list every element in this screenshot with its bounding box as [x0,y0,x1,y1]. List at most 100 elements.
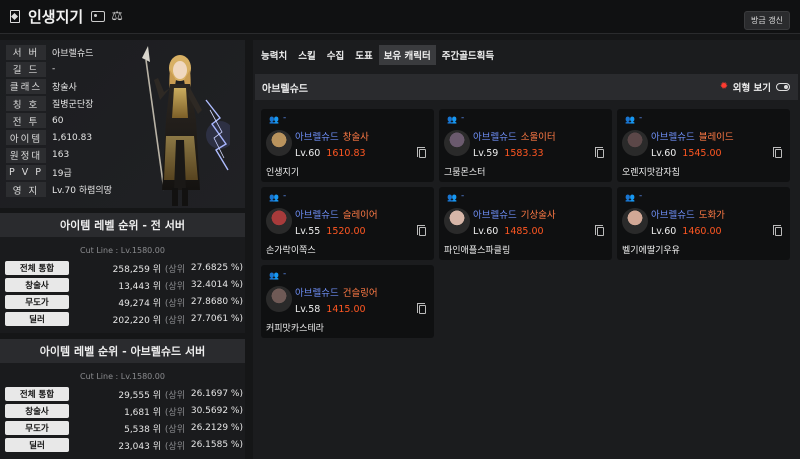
profile-stat-key: P V P [6,164,46,180]
character-level: Lv.60 [473,226,499,237]
character-name: 파인애플스파클링 [444,246,511,256]
copy-icon[interactable] [417,147,426,158]
profile-stat-key: 원정대 [6,147,46,163]
copy-icon[interactable] [417,303,426,314]
character-group: - [283,191,287,201]
bookmark-icon[interactable] [10,10,20,23]
character-server: 아브렐슈드 슬레이어 [295,207,378,221]
character-group: - [283,269,287,279]
character-server-name: 아브렐슈드 [295,288,339,299]
rank-top-label: (상위 [164,390,185,401]
character-level-line: Lv.60 1460.00 [651,226,722,237]
rank-row: 창술사 1,681 위 (상위 30.5692 %) [0,403,245,419]
tab-bar: 능력치 스킬 수집 도표 보유 캐릭터 주간골드획득 [256,45,500,65]
profile-stat-value: Lv.70 하렴의땅 [52,186,112,196]
character-level-line: Lv.60 1485.00 [473,226,544,237]
scale-icon[interactable]: ⚖ [111,9,123,24]
rank-top-label: (상위 [164,264,185,275]
character-name: 커피맛카스테라 [266,324,324,334]
character-server: 아브렐슈드 도화가 [651,207,725,221]
profile-card-icon[interactable] [91,11,106,22]
character-name: 손가락이쪽스 [266,246,316,256]
rank-all-cutline: Cut Line : Lv.1580.00 [80,246,165,255]
character-level: Lv.55 [295,226,321,237]
character-group: - [639,113,643,123]
character-group: - [461,113,465,123]
character-server: 아브렐슈드 창술사 [295,129,369,143]
character-server-name: 아브렐슈드 [473,132,517,143]
character-level-line: Lv.60 1610.83 [295,148,366,159]
character-level: Lv.59 [473,148,499,159]
profile-stat-value: 창술사 [52,82,77,93]
right-panel: 능력치 스킬 수집 도표 보유 캐릭터 주간골드획득 아브렐슈드 ✹ 외형 보기 👥 - 아브… [253,40,800,459]
character-item-level: 1415.00 [326,304,366,315]
character-server-name: 아브렐슈드 [651,132,695,143]
character-class: 슬레이어 [342,210,378,221]
character-card[interactable]: 👥 - 아브렐슈드 창술사 Lv.60 1610.83 인생지기 [261,109,434,182]
refresh-button[interactable]: 방금 갱신 [744,11,790,30]
character-card[interactable]: 👥 - 아브렐슈드 도화가 Lv.60 1460.00 벨기에딸기우유 [617,187,790,260]
character-server: 아브렐슈드 소울이터 [473,129,556,143]
rank-category-label: 전체 통합 [5,261,69,275]
character-item-level: 1520.00 [326,226,366,237]
rank-category-label: 무도가 [5,295,69,309]
tab-item[interactable]: 수집 [322,45,349,65]
rank-top-label: (상위 [164,441,185,452]
character-card[interactable]: 👥 - 아브렐슈드 슬레이어 Lv.55 1520.00 손가락이쪽스 [261,187,434,260]
profile-stat-key: 칭 호 [6,96,46,112]
copy-icon[interactable] [773,225,782,236]
profile-stat-value: 163 [52,150,70,161]
rank-category-label: 창술사 [5,278,69,292]
character-card[interactable]: 👥 - 아브렐슈드 기상술사 Lv.60 1485.00 파인애플스파클링 [439,187,612,260]
character-card[interactable]: 👥 - 아브렐슈드 소울이터 Lv.59 1583.33 그뭄몬스터 [439,109,612,182]
profile-stat-key: 서 버 [6,44,46,60]
rank-row: 전체 통합 29,555 위 (상위 26.1697 %) [0,386,245,402]
profile-stat-key: 클래스 [6,78,46,94]
copy-icon[interactable] [595,225,604,236]
copy-icon[interactable] [773,147,782,158]
group-icon: 👥 [447,115,457,124]
character-portrait [622,208,648,234]
tab-item[interactable]: 능력치 [256,45,292,65]
character-server-name: 아브렐슈드 [651,210,695,221]
character-group: - [461,191,465,201]
character-level-line: Lv.58 1415.00 [295,304,366,315]
toggle-switch-icon[interactable] [776,83,790,91]
appearance-toggle-label: 외형 보기 [732,83,771,94]
character-class: 창술사 [342,132,369,143]
character-card[interactable]: 👥 - 아브렐슈드 블레이드 Lv.60 1545.00 오렌지맛감자칩 [617,109,790,182]
rank-category-label: 딜러 [5,438,69,452]
rank-row: 무도가 49,274 위 (상위 27.8680 %) [0,294,245,310]
character-server-name: 아브렐슈드 [295,210,339,221]
rank-server: 아이템 레벨 순위 - 아브렐슈드 서버 Cut Line : Lv.1580.… [0,339,245,459]
left-panel: 서 버 아브렐슈드 길 드 - 클래스 창술사 칭 호 질병군단장 전 투 60 아이템 1,610.… [0,40,245,459]
rank-row: 전체 통합 258,259 위 (상위 27.6825 %) [0,260,245,276]
character-name: 그뭄몬스터 [444,168,486,178]
rank-percent: 27.8680 %) [190,297,243,307]
appearance-toggle[interactable]: ✹ 외형 보기 [720,80,790,94]
profile-stat-value: 아브렐슈드 [52,48,94,59]
rank-category-label: 딜러 [5,312,69,326]
profile-stat-value: 질병군단장 [52,100,94,111]
tab-item[interactable]: 주간골드획득 [437,45,499,65]
profile-stat-value: - [52,64,56,75]
page-title: 인생지기 [28,8,84,26]
tab-item[interactable]: 스킬 [293,45,320,65]
rank-top-label: (상위 [164,281,185,292]
profile-stat-key: 길 드 [6,61,46,77]
profile-stat-row: 아이템 1,610.83 [6,130,112,146]
copy-icon[interactable] [417,225,426,236]
tab-item[interactable]: 도표 [350,45,377,65]
tab-item[interactable]: 보유 캐릭터 [378,45,436,65]
rank-position: 49,274 위 [118,298,161,309]
character-item-level: 1485.00 [504,226,544,237]
profile-section: 서 버 아브렐슈드 길 드 - 클래스 창술사 칭 호 질병군단장 전 투 60 아이템 1,610.… [0,40,245,208]
character-class: 도화가 [698,210,725,221]
character-card[interactable]: 👥 - 아브렐슈드 건슬링어 Lv.58 1415.00 커피맛카스테라 [261,265,434,338]
character-server: 아브렐슈드 건슬링어 [295,285,378,299]
rank-position: 23,043 위 [118,441,161,452]
character-portrait [444,130,470,156]
copy-icon[interactable] [595,147,604,158]
character-level-line: Lv.60 1545.00 [651,148,722,159]
group-icon: 👥 [269,193,279,202]
